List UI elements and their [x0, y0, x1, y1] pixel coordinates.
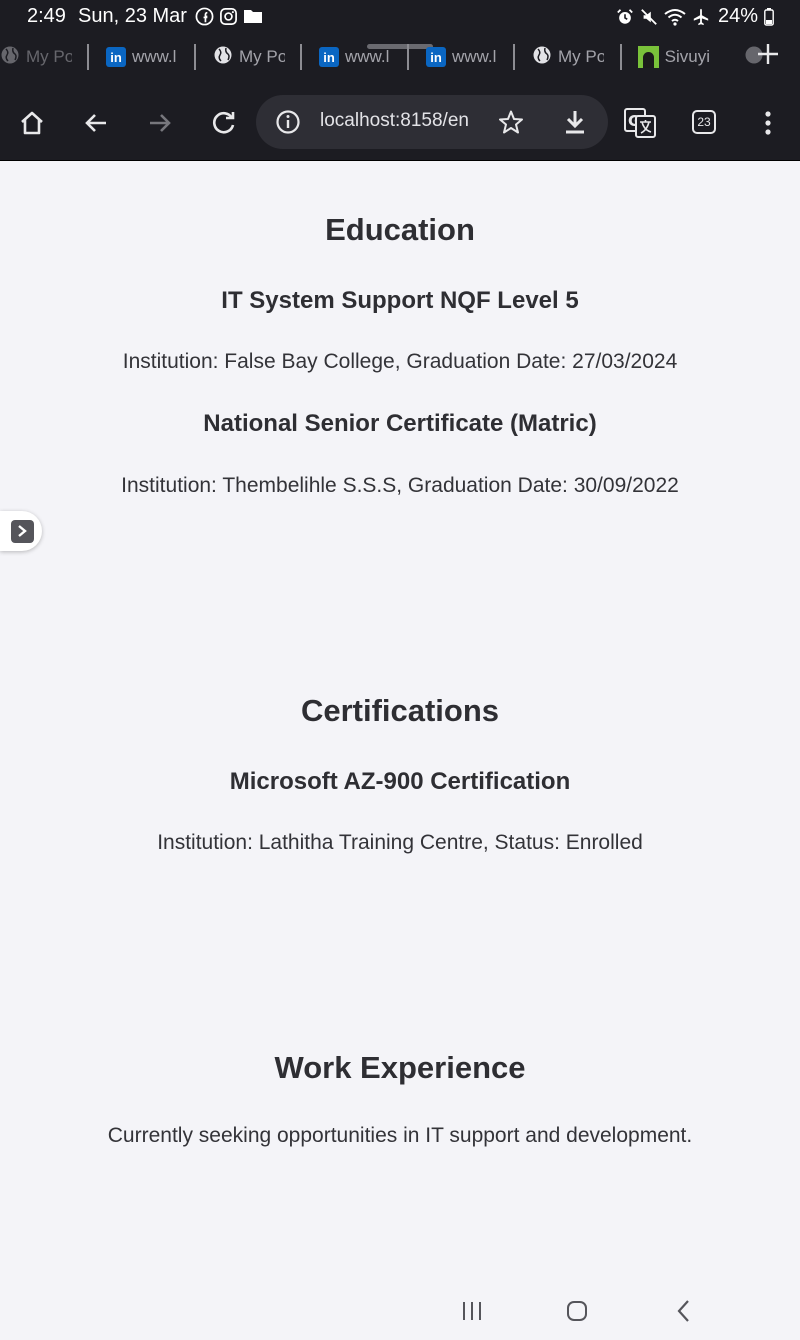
- linkedin-icon: in: [106, 47, 126, 67]
- tab-switcher-button[interactable]: 23: [692, 110, 716, 134]
- url-text[interactable]: localhost:8158/en: [320, 110, 470, 132]
- home-nav-button[interactable]: [563, 1297, 591, 1325]
- home-icon: [21, 111, 43, 135]
- tab[interactable]: My Po: [0, 44, 72, 70]
- page-content: Education IT System Support NQF Level 5 …: [0, 161, 800, 1281]
- globe-icon: [0, 45, 20, 70]
- menu-button[interactable]: [752, 107, 784, 139]
- translate-icon: G: [624, 108, 656, 138]
- folder-icon: [243, 7, 263, 26]
- tab-separator: [620, 44, 622, 70]
- certification-item-title: Microsoft AZ-900 Certification: [229, 768, 571, 795]
- education-item-detail: Institution: False Bay College, Graduati…: [122, 350, 678, 373]
- address-bar[interactable]: localhost:8158/en: [256, 95, 608, 149]
- status-bar: 2:49 Sun, 23 Mar 24%: [0, 0, 800, 34]
- linkedin-icon: in: [319, 47, 339, 67]
- facebook-icon: [195, 7, 214, 26]
- arrow-right-icon: [150, 114, 171, 132]
- tab-strip: My Po in www.l My Po in www.l in www.l M…: [0, 34, 800, 85]
- globe-icon: [213, 45, 233, 70]
- recents-icon: [463, 1302, 481, 1320]
- tab[interactable]: My Po: [532, 44, 604, 70]
- home-button[interactable]: [16, 107, 48, 139]
- education-item-detail: Institution: Thembelihle S.S.S, Graduati…: [121, 474, 679, 497]
- info-icon[interactable]: [275, 109, 301, 140]
- linkedin-icon: in: [426, 47, 446, 67]
- certifications-heading: Certifications: [300, 693, 500, 728]
- reload-icon: [212, 111, 235, 134]
- more-vert-icon: [765, 111, 771, 135]
- back-button[interactable]: [80, 107, 112, 139]
- wifi-icon: [664, 8, 686, 26]
- tab-separator: [513, 44, 515, 70]
- side-panel-handle[interactable]: [0, 511, 42, 551]
- airplane-icon: [692, 8, 710, 26]
- tab-separator: [407, 44, 409, 70]
- status-time: 2:49: [27, 5, 66, 27]
- tab[interactable]: in www.l: [426, 44, 498, 70]
- reload-button[interactable]: [208, 107, 240, 139]
- browser-toolbar: localhost:8158/en G: [0, 85, 800, 161]
- tab-title: www.l: [345, 47, 390, 66]
- battery-icon: [764, 7, 774, 26]
- download-icon[interactable]: [562, 108, 588, 141]
- tab[interactable]: in www.l: [106, 44, 178, 70]
- tab-separator: [194, 44, 196, 70]
- system-navigation-bar: [0, 1281, 800, 1340]
- tab[interactable]: Sivuyi: [638, 44, 710, 70]
- battery-percentage: 24%: [717, 5, 758, 27]
- chevron-right-icon: [10, 519, 34, 543]
- certification-item-detail: Institution: Lathitha Training Centre, S…: [157, 831, 643, 854]
- work-experience-heading: Work Experience: [274, 1050, 526, 1085]
- status-notification-icons: [195, 7, 263, 26]
- tab-separator: [87, 44, 89, 70]
- tab-separator: [300, 44, 302, 70]
- education-item-title: IT System Support NQF Level 5: [221, 287, 579, 314]
- tab-title: www.l: [452, 47, 497, 66]
- instagram-icon: [219, 7, 238, 26]
- tab-title: Sivuyi: [664, 47, 710, 66]
- back-nav-button[interactable]: [670, 1297, 698, 1325]
- education-heading: Education: [325, 212, 475, 247]
- alarm-icon: [616, 8, 634, 26]
- tab-title: My Po: [239, 47, 285, 66]
- chevron-left-icon: [677, 1300, 689, 1322]
- home-circle-icon: [567, 1301, 587, 1321]
- new-tab-button[interactable]: [756, 42, 780, 71]
- tab[interactable]: My Po: [213, 44, 285, 70]
- translate-button[interactable]: G: [624, 107, 656, 139]
- status-date: Sun, 23 Mar: [78, 5, 187, 27]
- status-indicators: 24%: [616, 5, 774, 28]
- tab[interactable]: in www.l: [319, 44, 391, 70]
- forward-button[interactable]: [144, 107, 176, 139]
- arrow-left-icon: [85, 114, 106, 132]
- globe-icon: [532, 45, 552, 70]
- work-experience-text: Currently seeking opportunities in IT su…: [107, 1124, 693, 1147]
- mute-icon: [640, 8, 658, 26]
- tab-title: My Po: [558, 47, 604, 66]
- avatar-icon: [638, 46, 659, 68]
- star-icon[interactable]: [498, 109, 524, 140]
- education-item-title: National Senior Certificate (Matric): [203, 410, 597, 437]
- recent-apps-button[interactable]: [458, 1297, 486, 1325]
- tab-title: www.l: [132, 47, 177, 66]
- tab-title: My Po: [26, 47, 72, 66]
